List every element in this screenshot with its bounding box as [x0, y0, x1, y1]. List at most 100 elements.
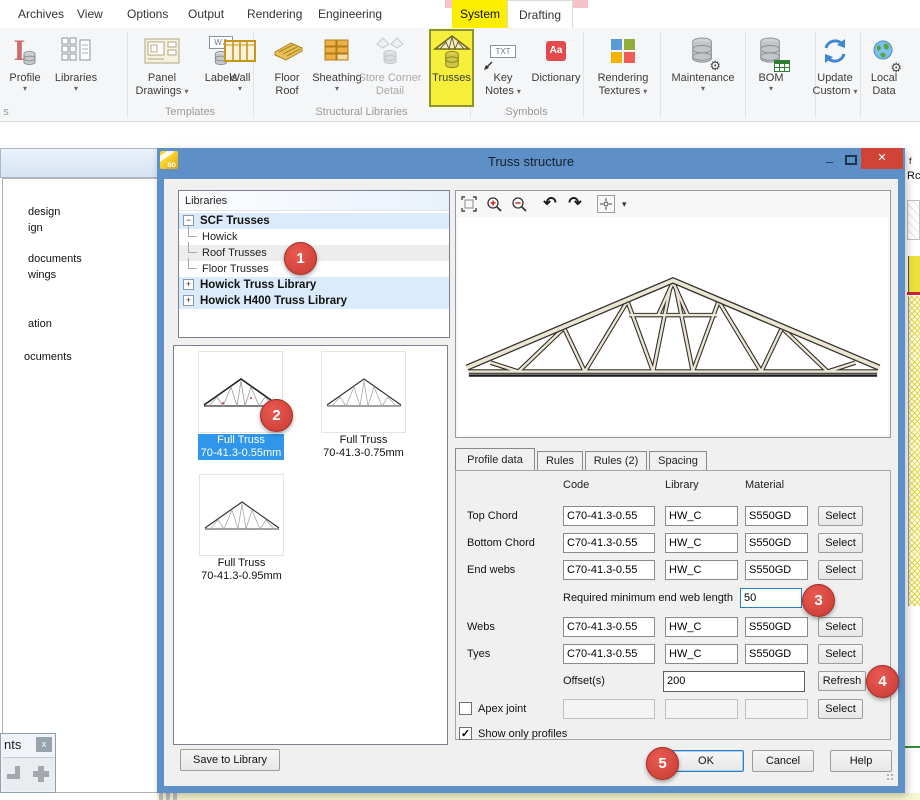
chevron-down-icon[interactable]: ▾ [622, 199, 627, 210]
dock-corner-icon[interactable] [7, 766, 20, 779]
rendering-textures-icon [611, 30, 635, 72]
ribbon-tab-drafting[interactable]: Drafting [507, 0, 573, 28]
ribbon-button-profile[interactable]: I Profile ▾ [4, 30, 46, 106]
material-field[interactable]: S550GD [745, 560, 808, 580]
truss-preview-canvas[interactable] [458, 217, 888, 435]
ribbon-button-wall[interactable]: Wall ▾ [222, 30, 258, 106]
select-button[interactable]: Select [818, 617, 863, 637]
select-button[interactable]: Select [818, 699, 863, 719]
left-panel-item[interactable]: documents [28, 253, 82, 265]
left-panel-item[interactable]: wings [28, 269, 56, 281]
truss-thumbnail-label[interactable]: Full Truss70-41.3-0.75mm [315, 434, 412, 460]
table-row: Top Chord C70-41.3-0.55 HW_C S550GD Sele… [164, 506, 898, 526]
ribbon-button-floor-roof[interactable]: FloorRoof [266, 30, 308, 106]
ribbon-button-trusses[interactable]: Trusses [430, 30, 473, 106]
library-field[interactable]: HW_C [665, 644, 738, 664]
help-button[interactable]: Help [830, 750, 892, 772]
resize-grip[interactable] [886, 773, 894, 781]
ribbon-tab-rendering[interactable]: Rendering [247, 0, 302, 28]
ribbon-tab-archives[interactable]: Archives [18, 0, 64, 28]
left-panel-item[interactable]: ocuments [24, 351, 72, 363]
row-label: Tyes [467, 644, 561, 664]
sheathing-icon [324, 30, 350, 72]
group-label-templates: Templates [127, 106, 253, 118]
ok-button[interactable]: OK [668, 750, 744, 772]
select-button[interactable]: Select [818, 533, 863, 553]
material-field[interactable]: S550GD [745, 617, 808, 637]
rotate-left-icon[interactable]: ↶ [541, 195, 559, 213]
chevron-down-icon: ▾ [517, 87, 521, 96]
ribbon-button-bom[interactable]: BOM ▾ [748, 30, 794, 106]
apex-joint-checkbox[interactable] [459, 702, 472, 715]
cancel-button[interactable]: Cancel [752, 750, 814, 772]
ribbon-button-update-custom[interactable]: UpdateCustom ▾ [812, 30, 858, 106]
trusses-icon [433, 30, 471, 72]
left-panel-item[interactable]: design [28, 206, 60, 218]
min-end-web-input[interactable]: 50 [740, 588, 802, 608]
truss-thumbnail-label[interactable]: Full Truss70-41.3-0.55mm [198, 434, 284, 460]
rotate-right-icon[interactable]: ↷ [566, 195, 584, 213]
ribbon-button-local-data[interactable]: ⚙ LocalData [862, 30, 906, 106]
select-button[interactable]: Select [818, 560, 863, 580]
tab-rules-2[interactable]: Rules (2) [585, 451, 647, 470]
library-field[interactable]: HW_C [665, 533, 738, 553]
tab-profile-data[interactable]: Profile data [455, 448, 535, 470]
tab-rules[interactable]: Rules [537, 451, 583, 470]
zoom-out-icon[interactable] [510, 195, 528, 213]
close-button[interactable]: ✕ [861, 148, 903, 169]
zoom-extents-icon[interactable] [460, 195, 478, 213]
ribbon-button-rendering-textures[interactable]: RenderingTextures ▾ [588, 30, 658, 106]
table-row: Tyes C70-41.3-0.55 HW_C S550GD Select [164, 644, 898, 664]
truss-thumbnail[interactable] [321, 351, 406, 433]
tree-item-howick[interactable]: Howick [179, 229, 449, 245]
ribbon-button-panel-drawings[interactable]: PanelDrawings ▾ [130, 30, 194, 106]
ribbon-tab-system[interactable]: System [452, 0, 508, 28]
select-button[interactable]: Select [818, 644, 863, 664]
left-panel-body [2, 178, 157, 793]
expand-icon[interactable]: + [183, 295, 194, 306]
tab-spacing[interactable]: Spacing [649, 451, 707, 470]
material-field[interactable]: S550GD [745, 506, 808, 526]
left-panel-item[interactable]: ation [28, 318, 52, 330]
code-field[interactable]: C70-41.3-0.55 [563, 533, 655, 553]
expand-icon[interactable]: + [183, 279, 194, 290]
material-field[interactable]: S550GD [745, 644, 808, 664]
show-only-profiles-checkbox[interactable]: ✓ [459, 727, 472, 740]
mini-panel-toolbar [3, 757, 55, 791]
offsets-input[interactable]: 200 [663, 671, 805, 692]
tree-item-howick-truss-library[interactable]: + Howick Truss Library [179, 277, 449, 293]
save-to-library-button[interactable]: Save to Library [180, 749, 280, 771]
ribbon-tab-engineering[interactable]: Engineering [318, 0, 382, 28]
material-field[interactable]: S550GD [745, 533, 808, 553]
code-field[interactable]: C70-41.3-0.55 [563, 617, 655, 637]
chevron-down-icon: ▾ [23, 85, 27, 93]
code-field[interactable]: C70-41.3-0.55 [563, 506, 655, 526]
minimize-button[interactable]: – [826, 161, 837, 163]
ribbon-button-dictionary[interactable]: Aa Dictionary [528, 30, 584, 106]
tree-item-howick-h400-truss-library[interactable]: + Howick H400 Truss Library [179, 293, 449, 309]
gear-icon: ⚙ [890, 60, 902, 76]
bottom-strip [157, 793, 920, 800]
ribbon-tab-output[interactable]: Output [188, 0, 224, 28]
refresh-button[interactable]: Refresh [818, 671, 866, 691]
maximize-button[interactable] [845, 155, 857, 165]
background-text-fragment: f [909, 156, 912, 166]
tree-item-scf-trusses[interactable]: − SCF Trusses [179, 213, 449, 229]
select-button[interactable]: Select [818, 506, 863, 526]
ribbon-tab-view[interactable]: View [77, 0, 103, 28]
zoom-in-icon[interactable] [485, 195, 503, 213]
code-field[interactable]: C70-41.3-0.55 [563, 644, 655, 664]
ribbon-button-libraries[interactable]: Libraries ▾ [48, 30, 104, 106]
code-field[interactable]: C70-41.3-0.55 [563, 560, 655, 580]
library-field[interactable]: HW_C [665, 617, 738, 637]
close-icon[interactable]: x [36, 737, 52, 752]
library-field[interactable]: HW_C [665, 560, 738, 580]
collapse-icon[interactable]: − [183, 215, 194, 226]
library-field[interactable]: HW_C [665, 506, 738, 526]
ribbon-tab-options[interactable]: Options [127, 0, 168, 28]
add-icon[interactable] [33, 766, 49, 782]
pan-center-icon[interactable] [597, 195, 615, 213]
left-panel-item[interactable]: ign [28, 222, 43, 234]
ribbon-button-key-notes[interactable]: TXT KeyNotes ▾ [479, 30, 527, 106]
ribbon-button-maintenance[interactable]: ⚙ Maintenance ▾ [663, 30, 743, 106]
